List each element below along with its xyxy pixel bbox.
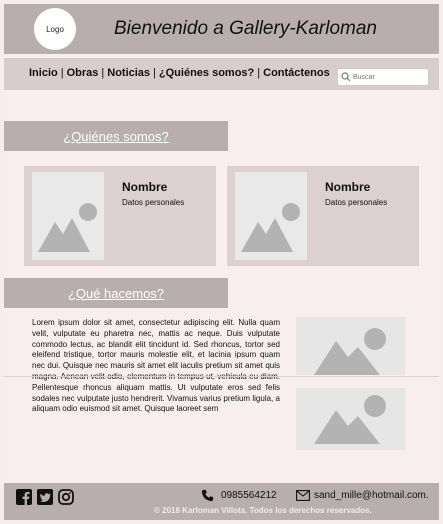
about-section-title[interactable]: ¿Quiénes somos? <box>63 129 169 144</box>
footer-email[interactable]: sand_mille@hotmail.com. <box>314 490 429 501</box>
search-box[interactable] <box>337 68 429 86</box>
person-card: Nombre Datos personales <box>227 166 419 266</box>
instagram-icon[interactable] <box>58 489 74 505</box>
person-name: Nombre <box>122 180 168 194</box>
search-icon <box>341 72 351 82</box>
page: Logo Bienvenido a Gallery-Karloman Inici… <box>4 4 439 520</box>
nav-item-noticias[interactable]: Noticias <box>107 67 150 79</box>
gallery-image <box>296 317 405 375</box>
social-links <box>16 489 74 505</box>
person-info: Datos personales <box>122 198 185 207</box>
image-placeholder-icon <box>241 203 300 252</box>
logo[interactable]: Logo <box>34 8 76 50</box>
person-card: Nombre Datos personales <box>24 166 216 266</box>
mail-icon <box>296 490 310 501</box>
nav-separator: | <box>60 67 64 79</box>
divider <box>4 376 439 377</box>
what-section-header: ¿Qué hacemos? <box>4 278 228 308</box>
site-footer: 0985564212 sand_mille@hotmail.com. © 201… <box>4 483 439 520</box>
gallery-image <box>296 388 405 450</box>
facebook-icon[interactable] <box>16 489 32 505</box>
nav-links: Inicio | Obras | Noticias | ¿Quiénes somos? | Co… <box>29 67 330 79</box>
image-placeholder-icon <box>314 328 386 375</box>
phone-icon <box>201 489 214 502</box>
nav-item-contactenos[interactable]: Contáctenos <box>263 67 330 79</box>
nav-item-quienes-somos[interactable]: ¿Quiénes somos? <box>159 67 254 79</box>
image-placeholder-icon <box>314 395 386 444</box>
person-name: Nombre <box>325 180 371 194</box>
person-info: Datos personales <box>325 198 388 207</box>
person-photo <box>235 172 307 260</box>
image-placeholder-icon <box>38 203 97 252</box>
footer-phone: 0985564212 <box>221 490 277 501</box>
nav-item-inicio[interactable]: Inicio <box>29 67 58 79</box>
nav-separator: | <box>101 67 105 79</box>
nav-item-obras[interactable]: Obras <box>67 67 99 79</box>
main-nav: Inicio | Obras | Noticias | ¿Quiénes somos? | Co… <box>4 58 439 90</box>
person-photo <box>32 172 104 260</box>
site-header: Logo Bienvenido a Gallery-Karloman <box>4 4 439 54</box>
what-section-title[interactable]: ¿Qué hacemos? <box>68 286 164 301</box>
what-description: Lorem ipsum dolor sit amet, consectetur … <box>32 318 280 414</box>
twitter-icon[interactable] <box>37 489 53 505</box>
about-section-header: ¿Quiénes somos? <box>4 121 228 151</box>
nav-separator: | <box>257 67 261 79</box>
site-title: Bienvenido a Gallery-Karloman <box>114 18 377 39</box>
footer-copyright: © 2018 Karloman Villota. Todos los derec… <box>154 506 372 515</box>
nav-separator: | <box>153 67 156 79</box>
search-input[interactable] <box>351 73 425 81</box>
